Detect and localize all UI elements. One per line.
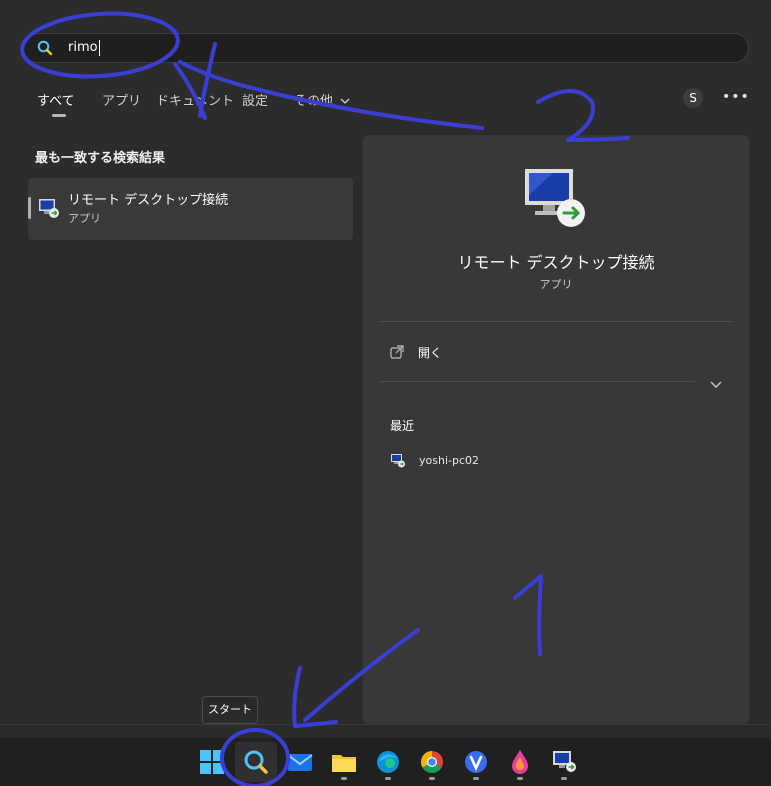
selection-indicator <box>28 197 31 219</box>
best-match-type: アプリ <box>68 212 101 225</box>
chrome-icon[interactable] <box>417 747 447 780</box>
recent-heading: 最近 <box>390 419 415 433</box>
active-tab-indicator <box>52 114 66 117</box>
open-external-icon <box>390 344 404 359</box>
file-explorer-icon[interactable] <box>329 747 359 780</box>
divider <box>379 321 733 322</box>
avatar[interactable]: S <box>683 88 703 108</box>
running-indicator <box>341 777 347 780</box>
edge-icon[interactable] <box>373 747 403 780</box>
expand-chevron-icon[interactable] <box>709 375 723 388</box>
open-label: 開く <box>418 346 443 360</box>
remote-desktop-taskbar-icon[interactable] <box>549 747 579 780</box>
running-indicator <box>429 777 435 780</box>
best-match-item[interactable]: リモート デスクトップ接続 アプリ <box>28 178 353 240</box>
divider <box>379 381 695 382</box>
recent-item-label: yoshi-pc02 <box>419 454 479 467</box>
mail-icon[interactable] <box>285 747 315 777</box>
more-options-button[interactable]: ••• <box>722 89 750 105</box>
best-match-heading: 最も一致する検索結果 <box>35 151 166 166</box>
detail-title: リモート デスクトップ接続 <box>457 253 655 272</box>
paint-drop-icon[interactable] <box>505 747 535 780</box>
running-indicator <box>561 777 567 780</box>
detail-pane: リモート デスクトップ接続 アプリ 開く 最近 yoshi-pc02 <box>363 135 749 724</box>
detail-subtitle: アプリ <box>539 278 573 291</box>
tab-more-label: その他 <box>294 94 334 109</box>
windows-start-icon[interactable] <box>197 747 227 777</box>
taskbar-search-icon[interactable] <box>241 747 271 777</box>
remote-desktop-file-icon <box>390 453 406 468</box>
chevron-down-icon <box>340 98 350 104</box>
remote-desktop-large-icon <box>523 167 587 229</box>
tab-all[interactable]: すべて <box>37 90 75 109</box>
tab-apps[interactable]: アプリ <box>102 90 141 109</box>
search-input[interactable]: rimo <box>22 33 749 63</box>
best-match-title: リモート デスクトップ接続 <box>68 193 229 208</box>
search-panel: rimo すべて アプリ ドキュメント 設定 その他 S ••• 最も一致する検… <box>0 0 771 725</box>
tab-more[interactable]: その他 <box>294 90 350 109</box>
search-query-text[interactable]: rimo <box>68 40 100 56</box>
running-indicator <box>473 777 479 780</box>
tab-documents[interactable]: ドキュメント <box>156 90 234 109</box>
tab-settings[interactable]: 設定 <box>242 90 268 109</box>
running-indicator <box>517 777 523 780</box>
start-tooltip: スタート <box>202 696 258 724</box>
vivaldi-icon[interactable] <box>461 747 491 780</box>
search-icon <box>37 40 53 56</box>
running-indicator <box>385 777 391 780</box>
remote-desktop-icon <box>38 198 60 218</box>
